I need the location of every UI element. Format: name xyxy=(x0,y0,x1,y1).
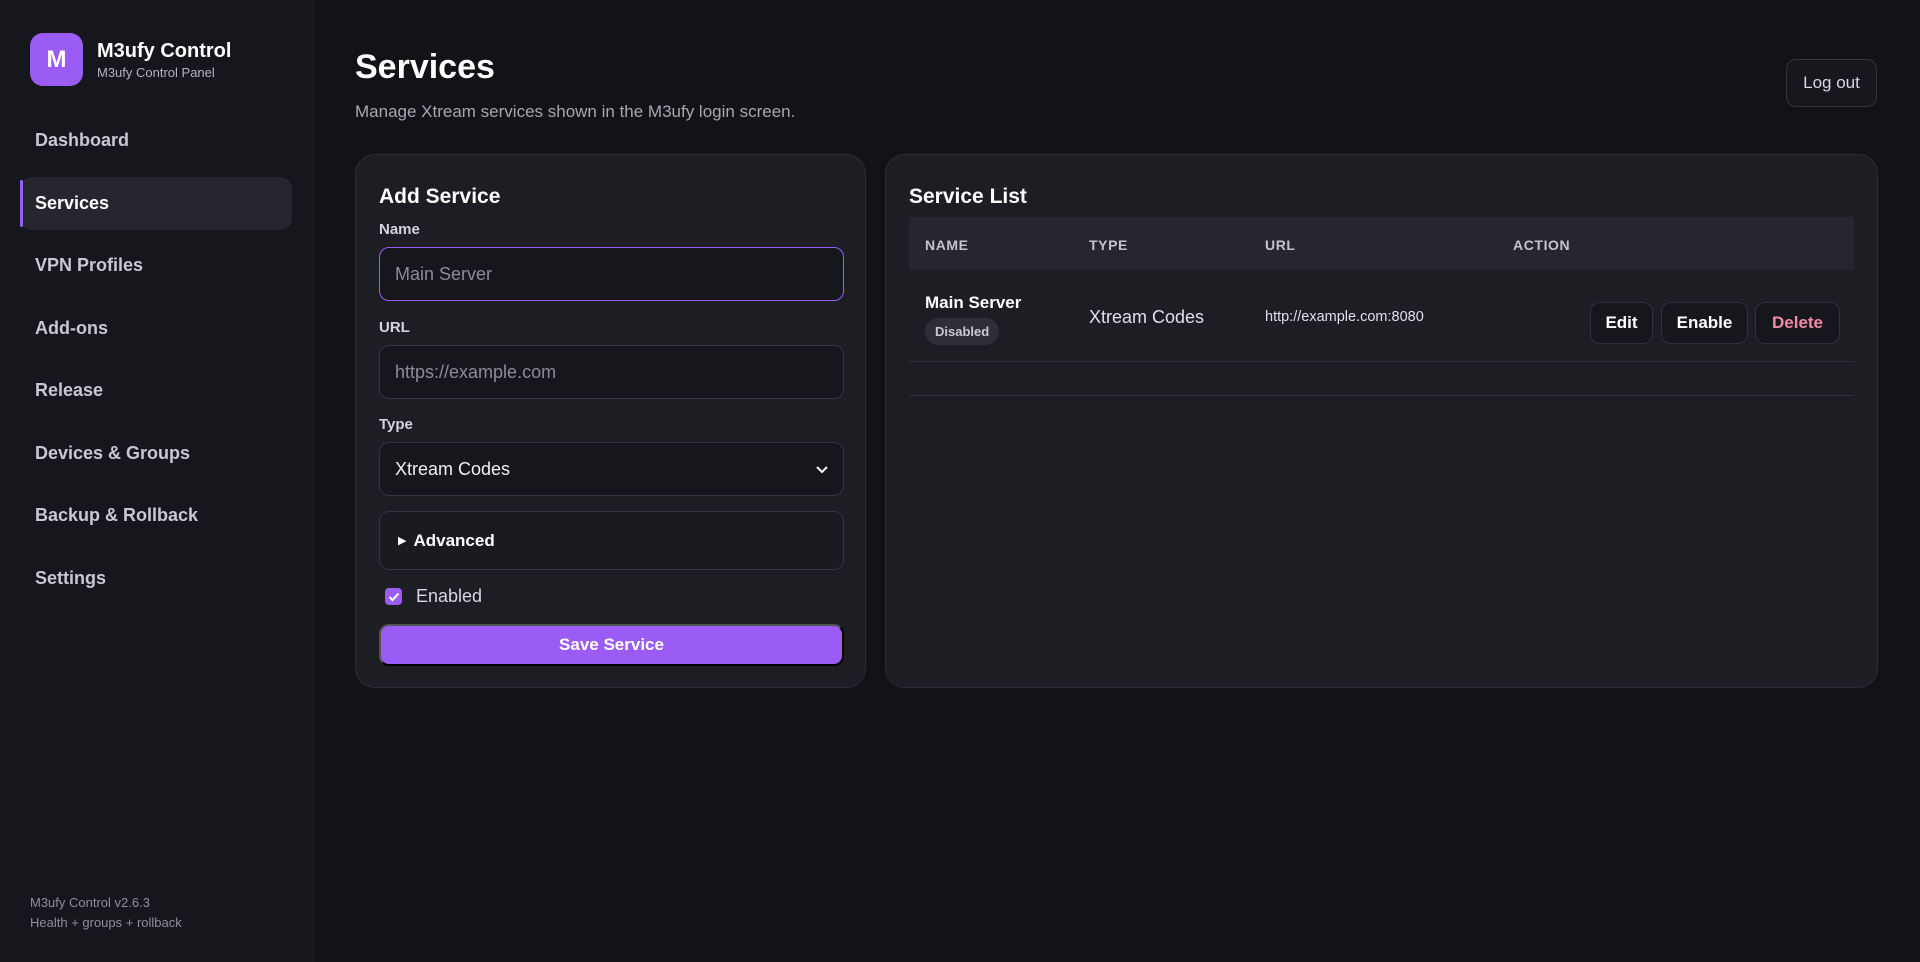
brand-subtitle: M3ufy Control Panel xyxy=(97,65,215,80)
status-badge: Disabled xyxy=(925,318,1000,345)
tagline-text: Health + groups + rollback xyxy=(30,915,182,930)
service-type: Xtream Codes xyxy=(1089,307,1205,327)
url-label: URL xyxy=(379,319,410,336)
sidebar-item-release[interactable]: Release xyxy=(20,364,292,417)
sidebar: M M3ufy Control M3ufy Control Panel Dash… xyxy=(0,0,314,962)
sidebar-item-dashboard[interactable]: Dashboard xyxy=(20,114,292,167)
service-list-card: Service List NAME TYPE URL ACTION Main S… xyxy=(885,154,1878,688)
sidebar-item-add-ons[interactable]: Add-ons xyxy=(20,302,292,355)
column-header-type: TYPE xyxy=(1089,237,1128,253)
add-service-card: Add Service Name Main Server URL https:/… xyxy=(355,154,866,688)
enabled-label: Enabled xyxy=(416,586,483,606)
name-label: Name xyxy=(379,221,420,238)
sidebar-item-backup-rollback[interactable]: Backup & Rollback xyxy=(20,489,292,542)
sidebar-item-settings[interactable]: Settings xyxy=(20,552,292,605)
advanced-label: Advanced xyxy=(413,530,495,550)
column-header-name: NAME xyxy=(925,237,969,253)
sidebar-item-devices-groups[interactable]: Devices & Groups xyxy=(20,427,292,480)
brand-text: M3ufy Control M3ufy Control Panel xyxy=(97,39,231,80)
edit-button[interactable]: Edit xyxy=(1590,302,1653,344)
caret-right-icon: ▶ xyxy=(398,535,407,547)
page-title: Services xyxy=(355,48,495,86)
sidebar-item-services[interactable]: Services xyxy=(20,176,292,230)
checkmark-icon xyxy=(388,592,399,601)
table-divider xyxy=(909,395,1854,396)
enable-button[interactable]: Enable xyxy=(1661,302,1748,344)
name-input[interactable]: Main Server xyxy=(379,247,844,301)
page-subtitle: Manage Xtream services shown in the M3uf… xyxy=(355,102,796,121)
service-url: http://example.com:8080 xyxy=(1265,309,1424,325)
sidebar-nav: Dashboard Services VPN Profiles Add-ons … xyxy=(20,114,292,614)
type-label: Type xyxy=(379,416,413,433)
version-text: M3ufy Control v2.6.3 xyxy=(30,895,150,910)
logout-button[interactable]: Log out xyxy=(1786,59,1877,107)
url-input[interactable]: https://example.com xyxy=(379,345,844,399)
table-row: Main Server Disabled Xtream Codes http:/… xyxy=(909,271,1854,362)
service-list-title: Service List xyxy=(909,185,1027,208)
column-header-action: ACTION xyxy=(1513,237,1571,253)
delete-button[interactable]: Delete xyxy=(1755,302,1840,344)
advanced-toggle[interactable]: ▶ Advanced xyxy=(379,511,844,570)
brand-name: M3ufy Control xyxy=(97,40,232,62)
sidebar-item-vpn-profiles[interactable]: VPN Profiles xyxy=(20,239,292,292)
enabled-row: Enabled xyxy=(385,586,482,607)
service-name: Main Server xyxy=(925,293,1022,312)
sidebar-footer: M3ufy Control v2.6.3 Health + groups + r… xyxy=(30,893,182,933)
brand-logo: M xyxy=(30,33,83,86)
column-header-url: URL xyxy=(1265,237,1296,253)
type-select-value: Xtream Codes xyxy=(395,458,511,479)
enabled-checkbox[interactable] xyxy=(385,588,402,605)
chevron-down-icon xyxy=(815,459,829,480)
type-select[interactable]: Xtream Codes xyxy=(379,442,844,496)
table-header: NAME TYPE URL ACTION xyxy=(909,217,1854,270)
save-service-button[interactable]: Save Service xyxy=(379,624,844,666)
add-service-title: Add Service xyxy=(379,185,501,208)
brand: M M3ufy Control M3ufy Control Panel xyxy=(30,33,231,86)
